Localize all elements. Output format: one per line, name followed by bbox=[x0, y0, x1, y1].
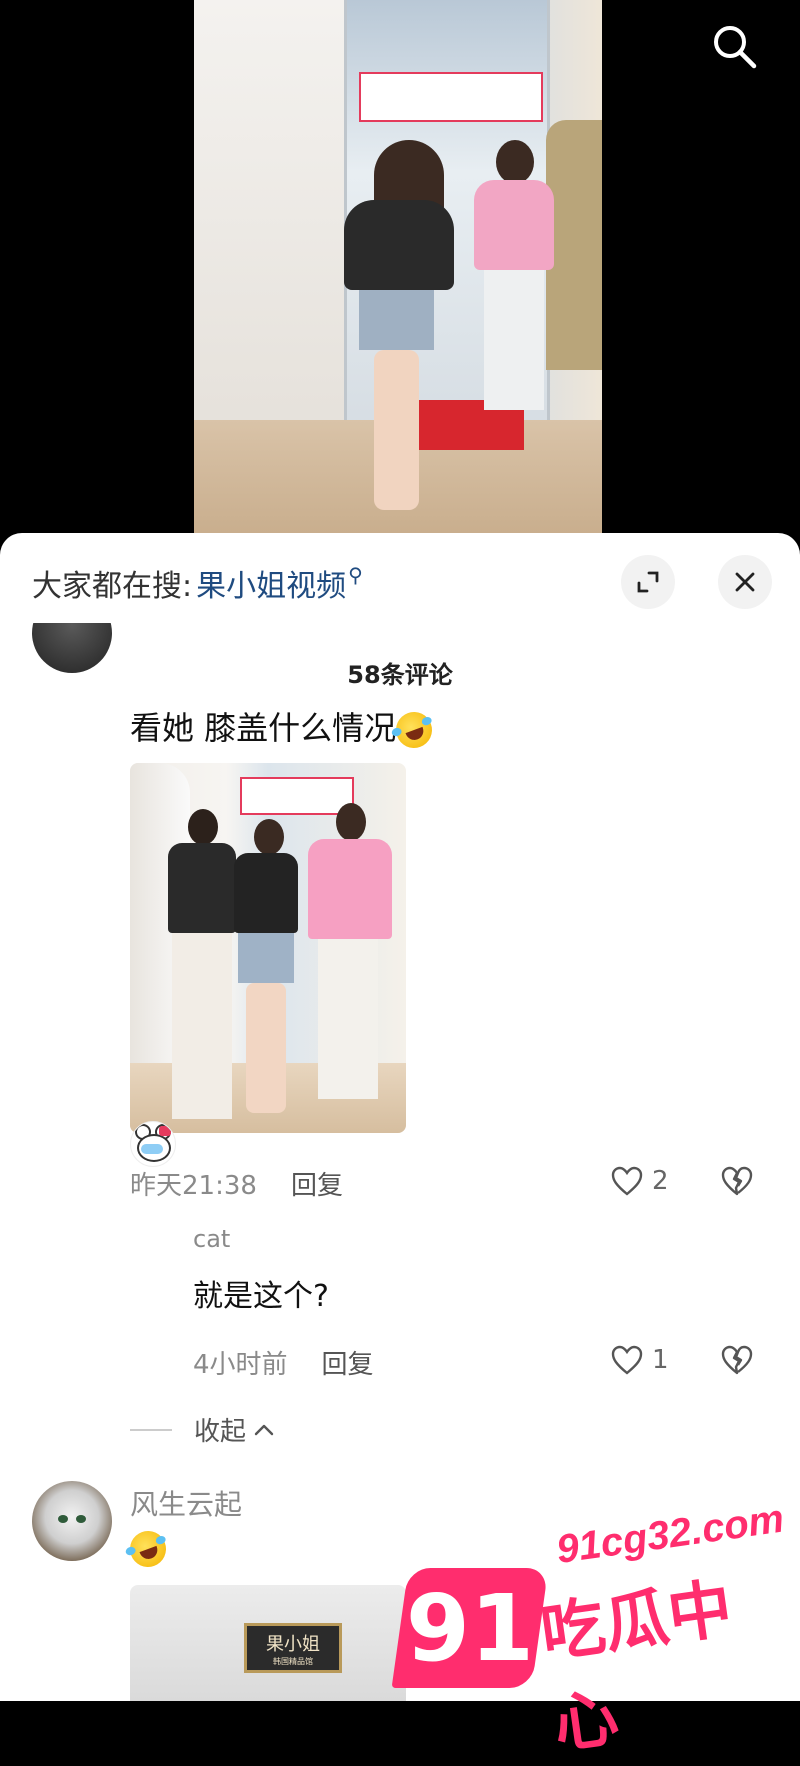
watermark-number: 91 bbox=[405, 1574, 535, 1682]
rolling-laugh-emoji-icon bbox=[391, 706, 438, 754]
heart-icon bbox=[611, 1345, 643, 1375]
comment-text: 看她 膝盖什么情况 bbox=[130, 703, 438, 754]
hot-search-label: 大家都在搜: bbox=[32, 569, 193, 604]
comment-count: 58条评论 bbox=[347, 661, 453, 689]
store-sign-subtext: 韩国精品馆 bbox=[273, 1656, 313, 1666]
watermark-name: 吃瓜中心 bbox=[536, 1571, 737, 1764]
reply-username[interactable]: cat bbox=[193, 1225, 230, 1253]
like-count: 2 bbox=[652, 1166, 669, 1196]
store-sign-text: 果小姐 bbox=[266, 1633, 320, 1655]
comment-meta: 昨天21:38 回复 bbox=[130, 1165, 343, 1202]
comment-emoji bbox=[124, 1525, 172, 1573]
store-sign: 果小姐 韩国精品馆 bbox=[244, 1623, 342, 1673]
comment-image[interactable]: 果小姐 韩国精品馆 bbox=[130, 1585, 406, 1701]
watermark-badge: 91 bbox=[391, 1568, 549, 1688]
expand-icon bbox=[637, 571, 659, 593]
like-count: 1 bbox=[652, 1345, 669, 1375]
broken-heart-icon bbox=[721, 1345, 753, 1375]
heart-icon bbox=[611, 1166, 643, 1196]
dislike-button[interactable] bbox=[720, 1165, 754, 1201]
comment-time: 昨天21:38 bbox=[130, 1171, 257, 1201]
rolling-laugh-emoji-icon bbox=[124, 1525, 172, 1573]
reply-text: 就是这个? bbox=[193, 1279, 329, 1314]
reply-button[interactable]: 回复 bbox=[291, 1165, 343, 1202]
chevron-up-icon bbox=[254, 1424, 274, 1435]
avatar[interactable] bbox=[32, 1481, 112, 1561]
comment-image[interactable] bbox=[130, 763, 406, 1133]
dislike-button[interactable] bbox=[720, 1344, 754, 1380]
expand-button[interactable] bbox=[621, 555, 675, 609]
reply-meta: 4小时前 回复 bbox=[193, 1344, 374, 1381]
watermark: 91cg32.com 91 吃瓜中心 bbox=[390, 1497, 800, 1763]
video-frame bbox=[194, 0, 602, 540]
close-button[interactable] bbox=[718, 555, 772, 609]
comment-body: 看她 膝盖什么情况 bbox=[130, 709, 397, 747]
search-icon[interactable] bbox=[710, 22, 758, 70]
avatar[interactable] bbox=[130, 1121, 176, 1167]
like-button[interactable]: 1 bbox=[610, 1344, 669, 1376]
reply-button[interactable]: 回复 bbox=[322, 1344, 374, 1381]
divider bbox=[130, 1428, 172, 1431]
close-icon bbox=[735, 572, 755, 592]
video-player[interactable] bbox=[0, 0, 800, 540]
broken-heart-icon bbox=[721, 1166, 753, 1196]
avatar[interactable] bbox=[32, 623, 112, 673]
reply-time: 4小时前 bbox=[193, 1350, 288, 1380]
small-search-icon: ⚲ bbox=[348, 563, 363, 587]
comment-username[interactable]: 风生云起 bbox=[130, 1483, 242, 1523]
like-button[interactable]: 2 bbox=[610, 1165, 669, 1197]
hot-search-keyword[interactable]: 果小姐视频 bbox=[196, 561, 346, 605]
collapse-label: 收起 bbox=[194, 1417, 247, 1447]
collapse-replies-button[interactable]: 收起 bbox=[130, 1411, 276, 1448]
hot-search-bar[interactable]: 大家都在搜: 果小姐视频 ⚲ bbox=[32, 561, 363, 605]
